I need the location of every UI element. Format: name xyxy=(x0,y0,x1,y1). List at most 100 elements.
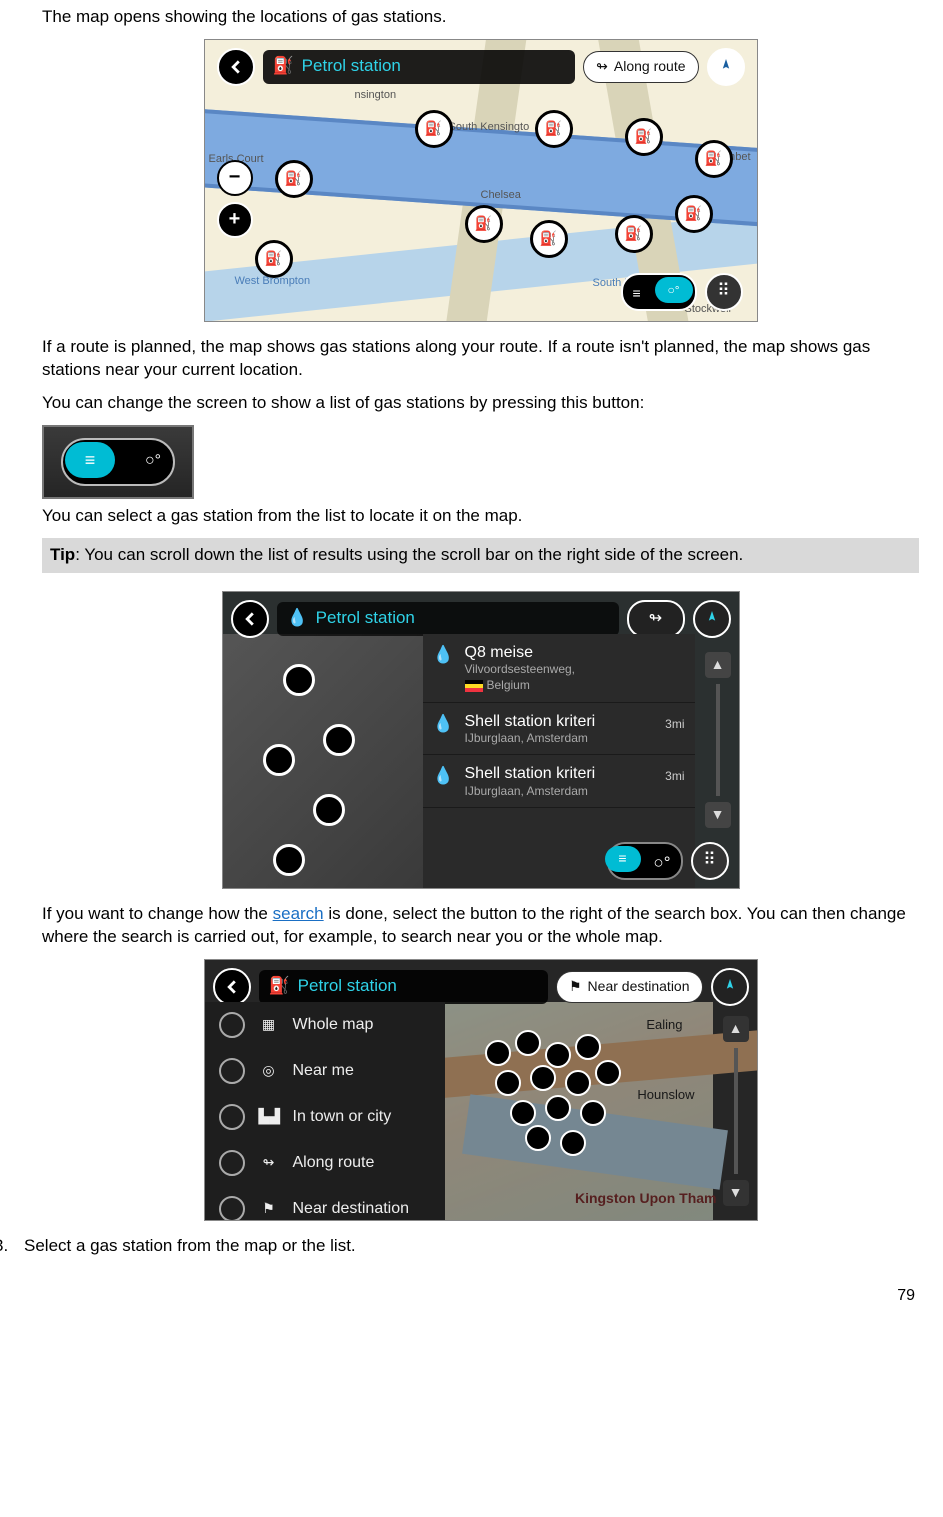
poi-marker[interactable] xyxy=(273,844,305,876)
item-address: IJburglaan, Amsterdam xyxy=(465,783,596,799)
back-button[interactable] xyxy=(217,48,255,86)
fuel-pump-icon xyxy=(425,119,442,138)
fuel-pump-icon xyxy=(545,119,562,138)
item-name: Shell station kriteri xyxy=(465,765,596,783)
tip-box: Tip: You can scroll down the list of res… xyxy=(42,538,919,573)
poi-marker[interactable] xyxy=(415,110,453,148)
route-icon: ↬ xyxy=(596,57,608,76)
map-icon: ▦ xyxy=(259,1015,279,1034)
poi-marker[interactable] xyxy=(263,744,295,776)
poi-marker[interactable] xyxy=(323,724,355,756)
scroll-up-button[interactable]: ▲ xyxy=(723,1016,749,1042)
compass-button[interactable] xyxy=(711,968,749,1006)
poi-marker[interactable] xyxy=(625,118,663,156)
option-label: Near destination xyxy=(293,1198,410,1220)
fuel-pump-icon: ⛽ xyxy=(269,975,290,998)
scroll-track[interactable] xyxy=(734,1048,738,1174)
drop-icon: 💧 xyxy=(287,607,308,630)
drop-icon: 💧 xyxy=(433,644,455,666)
more-button[interactable]: ⠿ xyxy=(705,273,743,311)
map-label: Ealing xyxy=(646,1016,682,1034)
scroll-down-button[interactable]: ▼ xyxy=(723,1180,749,1206)
fuel-pump-icon xyxy=(635,127,652,146)
drop-icon: 💧 xyxy=(433,765,455,787)
option-near-destination[interactable]: ⚑ Near destination xyxy=(205,1186,445,1221)
radio-icon xyxy=(219,1150,245,1176)
step-number: 3. xyxy=(0,1235,24,1258)
scrollbar[interactable]: ▲ ▼ xyxy=(721,1016,751,1206)
scroll-down-button[interactable]: ▼ xyxy=(705,802,731,828)
option-label: Whole map xyxy=(293,1014,374,1036)
item-address: IJburglaan, Amsterdam xyxy=(465,730,596,746)
radio-icon xyxy=(219,1104,245,1130)
option-in-town[interactable]: ▙▟ In town or city xyxy=(205,1094,445,1140)
search-text: Petrol station xyxy=(316,607,415,630)
search-field[interactable]: ⛽ Petrol station xyxy=(263,50,576,84)
search-field[interactable]: 💧 Petrol station xyxy=(277,602,619,636)
view-toggle[interactable]: ≡ ○° xyxy=(61,438,175,486)
option-near-me[interactable]: ◎ Near me xyxy=(205,1048,445,1094)
belgium-flag-icon xyxy=(465,680,483,692)
paragraph: You can select a gas station from the li… xyxy=(42,505,919,528)
poi-marker[interactable] xyxy=(695,140,733,178)
filter-button[interactable]: ↬ xyxy=(627,600,685,638)
filter-pill[interactable]: ⚑ Near destination xyxy=(556,971,703,1003)
more-button[interactable]: ⠿ xyxy=(691,842,729,880)
filter-label: Near destination xyxy=(588,977,690,996)
poi-marker[interactable] xyxy=(275,160,313,198)
item-name: Shell station kriteri xyxy=(465,713,596,731)
filter-pill[interactable]: ↬ Along route xyxy=(583,51,698,83)
poi-marker[interactable] xyxy=(465,205,503,243)
list-item[interactable]: 💧 Shell station kriteri IJburglaan, Amst… xyxy=(423,703,695,756)
view-toggle[interactable]: ≡ ○° xyxy=(607,842,683,880)
zoom-in-button[interactable]: + xyxy=(217,202,253,238)
chevron-left-icon xyxy=(225,980,239,994)
poi-marker[interactable] xyxy=(675,195,713,233)
view-toggle[interactable]: ≡ ○° xyxy=(621,273,697,311)
back-button[interactable] xyxy=(213,968,251,1006)
paragraph: The map opens showing the locations of g… xyxy=(42,6,919,29)
radio-icon xyxy=(219,1012,245,1038)
map-pins-icon: ○° xyxy=(653,852,670,875)
item-address: Belgium xyxy=(465,677,576,693)
map-label: Chelsea xyxy=(481,188,521,203)
poi-marker[interactable] xyxy=(615,215,653,253)
screenshot-toggle-button: ≡ ○° xyxy=(42,425,194,499)
option-label: Near me xyxy=(293,1060,354,1082)
list-item[interactable]: 💧 Q8 meise Vilvoordsesteenweg, Belgium xyxy=(423,634,695,703)
search-link[interactable]: search xyxy=(273,904,324,923)
option-whole-map[interactable]: ▦ Whole map xyxy=(205,1002,445,1048)
zoom-out-button[interactable]: − xyxy=(217,160,253,196)
search-field[interactable]: ⛽ Petrol station xyxy=(259,970,548,1004)
fuel-pump-icon xyxy=(540,229,557,248)
filter-label: Along route xyxy=(614,57,686,76)
step-text: Select a gas station from the map or the… xyxy=(24,1235,356,1258)
list-icon: ≡ xyxy=(65,442,115,478)
step-3: 3. Select a gas station from the map or … xyxy=(24,1235,919,1258)
scroll-up-button[interactable]: ▲ xyxy=(705,652,731,678)
compass-button[interactable] xyxy=(707,48,745,86)
tip-label: Tip xyxy=(50,545,75,564)
grid-icon: ⠿ xyxy=(703,849,715,872)
city-icon: ▙▟ xyxy=(259,1107,279,1126)
list-item[interactable]: 💧 Shell station kriteri IJburglaan, Amst… xyxy=(423,755,695,808)
poi-marker[interactable] xyxy=(255,240,293,278)
compass-button[interactable] xyxy=(693,600,731,638)
poi-marker[interactable] xyxy=(535,110,573,148)
scrollbar[interactable]: ▲ ▼ xyxy=(703,652,733,828)
poi-marker[interactable] xyxy=(283,664,315,696)
compass-icon xyxy=(704,611,720,627)
option-along-route[interactable]: ↬ Along route xyxy=(205,1140,445,1186)
back-button[interactable] xyxy=(231,600,269,638)
map-label: Kingston Upon Tham xyxy=(575,1189,717,1208)
map-pins-icon: ○° xyxy=(145,450,161,472)
paragraph: If you want to change how the search is … xyxy=(42,903,919,949)
scroll-track[interactable] xyxy=(716,684,720,796)
screenshot-map-view: nsington South Kensingto Earls Court Che… xyxy=(204,39,758,322)
chevron-left-icon xyxy=(243,612,257,626)
paragraph: If a route is planned, the map shows gas… xyxy=(42,336,919,382)
list-icon: ≡ xyxy=(633,284,641,303)
poi-marker[interactable] xyxy=(530,220,568,258)
option-label: Along route xyxy=(293,1152,375,1174)
poi-marker[interactable] xyxy=(313,794,345,826)
